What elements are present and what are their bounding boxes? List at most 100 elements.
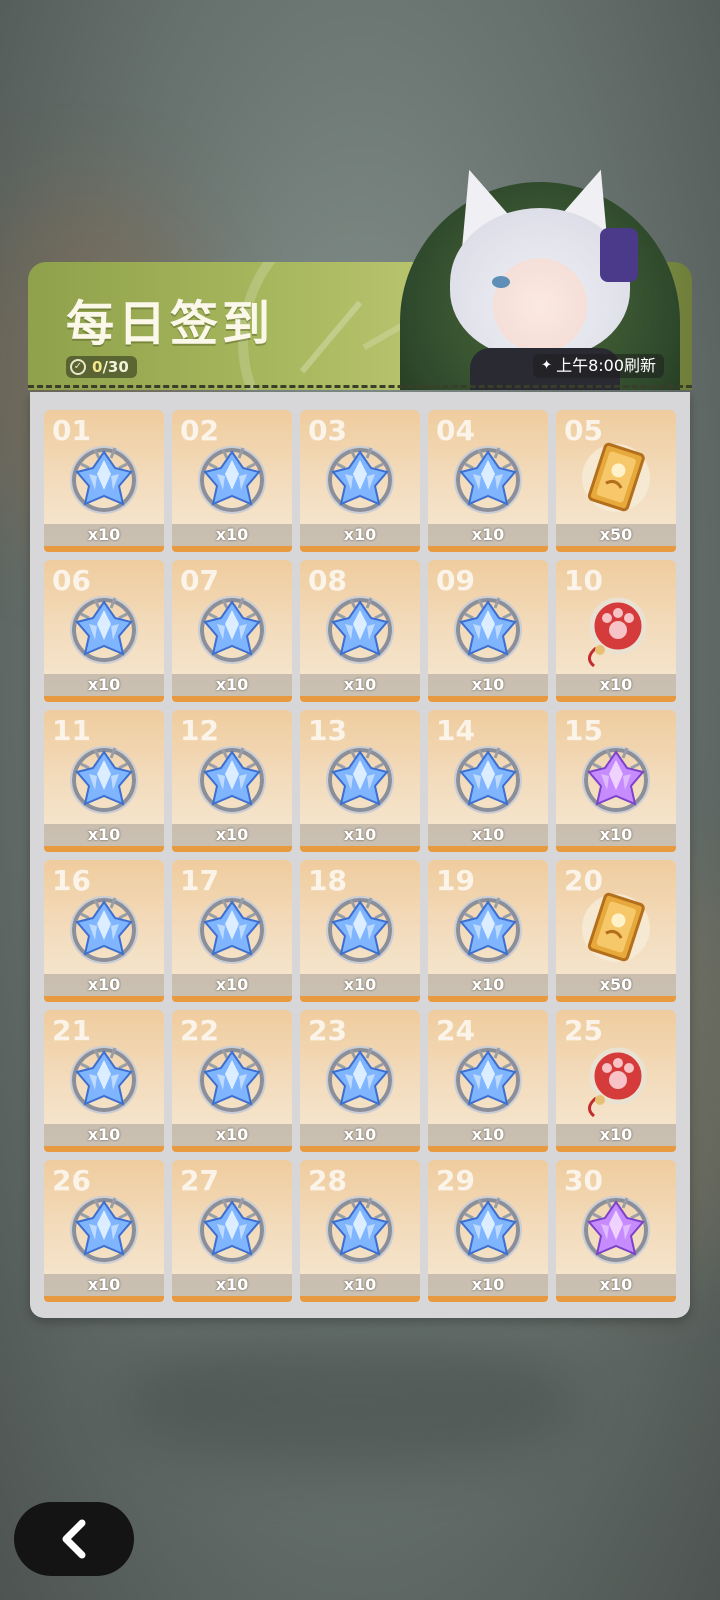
reward-cell-day-11[interactable]: 11 x10 [44, 710, 164, 852]
crystal-purple-icon [577, 738, 655, 822]
reward-cell-day-07[interactable]: 07 x10 [172, 560, 292, 702]
cell-bottom-bar [44, 696, 164, 702]
crystal-blue-icon [449, 1188, 527, 1272]
reward-quantity: x10 [44, 674, 164, 696]
reward-quantity: x10 [172, 524, 292, 546]
back-button[interactable] [14, 1502, 134, 1576]
reward-cell-day-01[interactable]: 01 x10 [44, 410, 164, 552]
cell-bottom-bar [556, 1296, 676, 1302]
reward-cell-day-04[interactable]: 04 x10 [428, 410, 548, 552]
reward-quantity: x10 [300, 524, 420, 546]
reward-cell-day-26[interactable]: 26 x10 [44, 1160, 164, 1302]
reward-quantity: x10 [172, 1274, 292, 1296]
signin-progress: ✓ 0/30 [66, 356, 137, 378]
reward-cell-day-06[interactable]: 06 x10 [44, 560, 164, 702]
reward-cell-day-13[interactable]: 13 x10 [300, 710, 420, 852]
cell-bottom-bar [172, 1146, 292, 1152]
reward-quantity: x10 [172, 974, 292, 996]
reward-quantity: x50 [556, 974, 676, 996]
cell-bottom-bar [172, 696, 292, 702]
progress-text: 0/30 [92, 358, 129, 376]
reward-quantity: x10 [300, 674, 420, 696]
page-title: 每日签到 [66, 296, 275, 352]
reward-grid: 01 x10 02 x10 03 x10 04 x10 05 x50 06 x10 07 x10 08 x10… [44, 410, 676, 1302]
crystal-blue-icon [449, 588, 527, 672]
crystal-blue-icon [65, 438, 143, 522]
reward-cell-day-09[interactable]: 09 x10 [428, 560, 548, 702]
reward-cell-day-30[interactable]: 30 x10 [556, 1160, 676, 1302]
reward-cell-day-16[interactable]: 16 x10 [44, 860, 164, 1002]
reward-cell-day-08[interactable]: 08 x10 [300, 560, 420, 702]
crystal-blue-icon [193, 1038, 271, 1122]
reward-quantity: x50 [556, 524, 676, 546]
crystal-blue-icon [321, 588, 399, 672]
crystal-blue-icon [193, 438, 271, 522]
reward-quantity: x10 [44, 524, 164, 546]
cell-bottom-bar [428, 696, 548, 702]
reward-cell-day-21[interactable]: 21 x10 [44, 1010, 164, 1152]
cell-bottom-bar [556, 546, 676, 552]
reward-quantity: x10 [428, 524, 548, 546]
reward-cell-day-29[interactable]: 29 x10 [428, 1160, 548, 1302]
reward-cell-day-14[interactable]: 14 x10 [428, 710, 548, 852]
reward-cell-day-20[interactable]: 20 x50 [556, 860, 676, 1002]
cell-bottom-bar [556, 696, 676, 702]
paw-charm-icon [580, 588, 652, 672]
crystal-blue-icon [321, 738, 399, 822]
reward-quantity: x10 [172, 824, 292, 846]
reward-quantity: x10 [428, 1274, 548, 1296]
progress-current: 0 [92, 358, 103, 376]
crystal-blue-icon [449, 738, 527, 822]
reward-cell-day-03[interactable]: 03 x10 [300, 410, 420, 552]
reward-quantity: x10 [556, 1274, 676, 1296]
cell-bottom-bar [300, 1296, 420, 1302]
reward-cell-day-18[interactable]: 18 x10 [300, 860, 420, 1002]
cell-bottom-bar [300, 996, 420, 1002]
gold-card-icon [580, 888, 652, 972]
cell-bottom-bar [428, 996, 548, 1002]
cell-bottom-bar [44, 1146, 164, 1152]
reward-quantity: x10 [300, 1274, 420, 1296]
cell-bottom-bar [172, 996, 292, 1002]
check-circle-icon: ✓ [70, 359, 86, 375]
reward-cell-day-12[interactable]: 12 x10 [172, 710, 292, 852]
crystal-blue-icon [193, 1188, 271, 1272]
cell-bottom-bar [428, 546, 548, 552]
reward-quantity: x10 [300, 974, 420, 996]
reward-quantity: x10 [44, 1124, 164, 1146]
reward-quantity: x10 [44, 824, 164, 846]
crystal-blue-icon [449, 438, 527, 522]
reward-cell-day-23[interactable]: 23 x10 [300, 1010, 420, 1152]
reward-cell-day-28[interactable]: 28 x10 [300, 1160, 420, 1302]
background-blur [120, 1330, 580, 1470]
reward-quantity: x10 [556, 1124, 676, 1146]
reward-cell-day-24[interactable]: 24 x10 [428, 1010, 548, 1152]
cell-bottom-bar [428, 1146, 548, 1152]
reward-cell-day-27[interactable]: 27 x10 [172, 1160, 292, 1302]
paw-charm-icon [580, 1038, 652, 1122]
reward-cell-day-02[interactable]: 02 x10 [172, 410, 292, 552]
progress-total: /30 [102, 358, 129, 376]
reward-cell-day-22[interactable]: 22 x10 [172, 1010, 292, 1152]
reward-cell-day-17[interactable]: 17 x10 [172, 860, 292, 1002]
reward-cell-day-19[interactable]: 19 x10 [428, 860, 548, 1002]
reward-quantity: x10 [300, 824, 420, 846]
crystal-blue-icon [193, 738, 271, 822]
reward-quantity: x10 [556, 824, 676, 846]
cell-bottom-bar [428, 1296, 548, 1302]
reward-cell-day-15[interactable]: 15 x10 [556, 710, 676, 852]
cell-bottom-bar [556, 846, 676, 852]
cell-bottom-bar [172, 846, 292, 852]
reward-cell-day-10[interactable]: 10 x10 [556, 560, 676, 702]
reward-cell-day-25[interactable]: 25 x10 [556, 1010, 676, 1152]
reward-cell-day-05[interactable]: 05 x50 [556, 410, 676, 552]
cell-bottom-bar [300, 546, 420, 552]
cell-bottom-bar [556, 996, 676, 1002]
refresh-time-badge: ✦ 上午8:00刷新 [533, 354, 664, 378]
cell-bottom-bar [300, 846, 420, 852]
reward-quantity: x10 [428, 674, 548, 696]
cell-bottom-bar [172, 1296, 292, 1302]
reward-quantity: x10 [44, 1274, 164, 1296]
reward-quantity: x10 [556, 674, 676, 696]
dashed-divider [28, 385, 692, 388]
